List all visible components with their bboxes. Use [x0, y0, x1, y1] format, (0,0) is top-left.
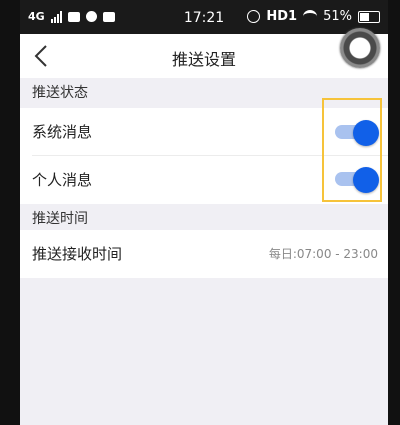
nav-bar: 推送设置 [20, 34, 388, 78]
battery-percent: 51% [323, 9, 352, 24]
row-label-personal-message: 个人消息 [32, 171, 93, 189]
floating-assist-button[interactable] [340, 28, 380, 68]
app-screen: 4G 17:21 HD1 51% 推送设置 推送状态 系统消息 个人消息 推送时… [20, 0, 388, 425]
highlight-box [322, 98, 382, 202]
status-bar: 4G 17:21 HD1 51% [20, 0, 388, 34]
empty-area [20, 278, 388, 425]
row-push-receive-time[interactable]: 推送接收时间 每日:07:00 - 23:00 [20, 230, 388, 278]
wifi-icon [303, 10, 318, 23]
row-label-push-receive-time: 推送接收时间 [32, 245, 123, 263]
push-time-value: 每日:07:00 - 23:00 [268, 247, 378, 261]
page-title: 推送设置 [171, 50, 236, 69]
phone-frame: 4G 17:21 HD1 51% 推送设置 推送状态 系统消息 个人消息 推送时… [0, 0, 400, 425]
battery-icon [358, 10, 380, 23]
status-right: HD1 51% [247, 9, 380, 24]
alarm-icon [247, 10, 261, 23]
row-label-system-message: 系统消息 [32, 123, 93, 141]
carrier-label: HD1 [266, 9, 298, 24]
